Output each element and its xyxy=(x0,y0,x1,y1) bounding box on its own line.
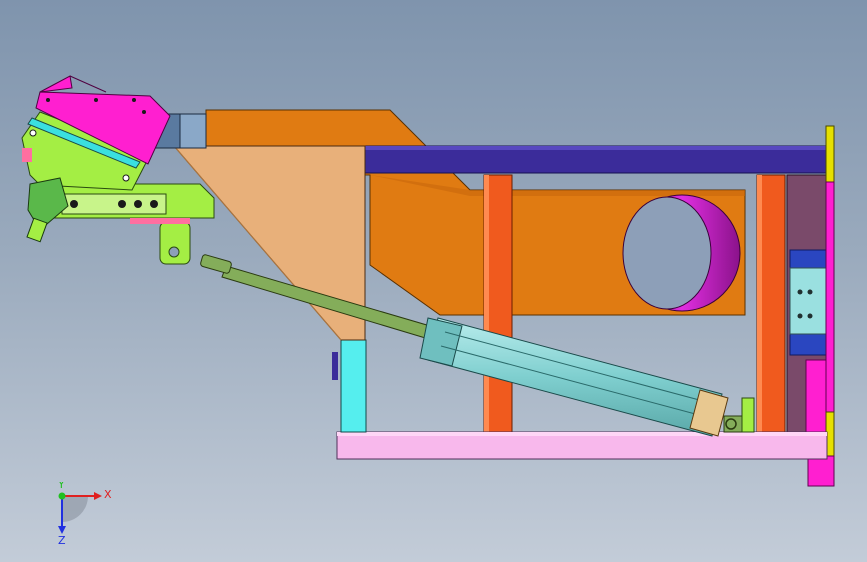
red-post-right[interactable] xyxy=(756,174,786,433)
x-axis-arrow xyxy=(94,492,102,500)
y-axis-label: Y xyxy=(57,482,65,491)
z-axis-label: Z xyxy=(58,534,66,546)
right-side-panel[interactable] xyxy=(786,174,833,436)
red-post-left[interactable] xyxy=(483,174,513,433)
top-blue-beam[interactable] xyxy=(364,145,828,174)
axis-triad: X Y Z xyxy=(57,482,112,546)
cad-model-canvas[interactable] xyxy=(0,0,867,562)
triad-shade xyxy=(62,496,88,522)
z-axis-arrow xyxy=(58,526,66,534)
y-axis-dot xyxy=(58,492,66,500)
pneumatic-cylinder[interactable] xyxy=(419,317,755,437)
cyan-support-column[interactable] xyxy=(332,339,367,433)
x-axis-label: X xyxy=(104,488,112,501)
round-hole[interactable] xyxy=(622,194,741,312)
lower-lug-bracket[interactable] xyxy=(130,218,191,265)
pink-base-beam[interactable] xyxy=(336,431,828,460)
model-viewport[interactable]: X Y Z xyxy=(0,0,867,562)
